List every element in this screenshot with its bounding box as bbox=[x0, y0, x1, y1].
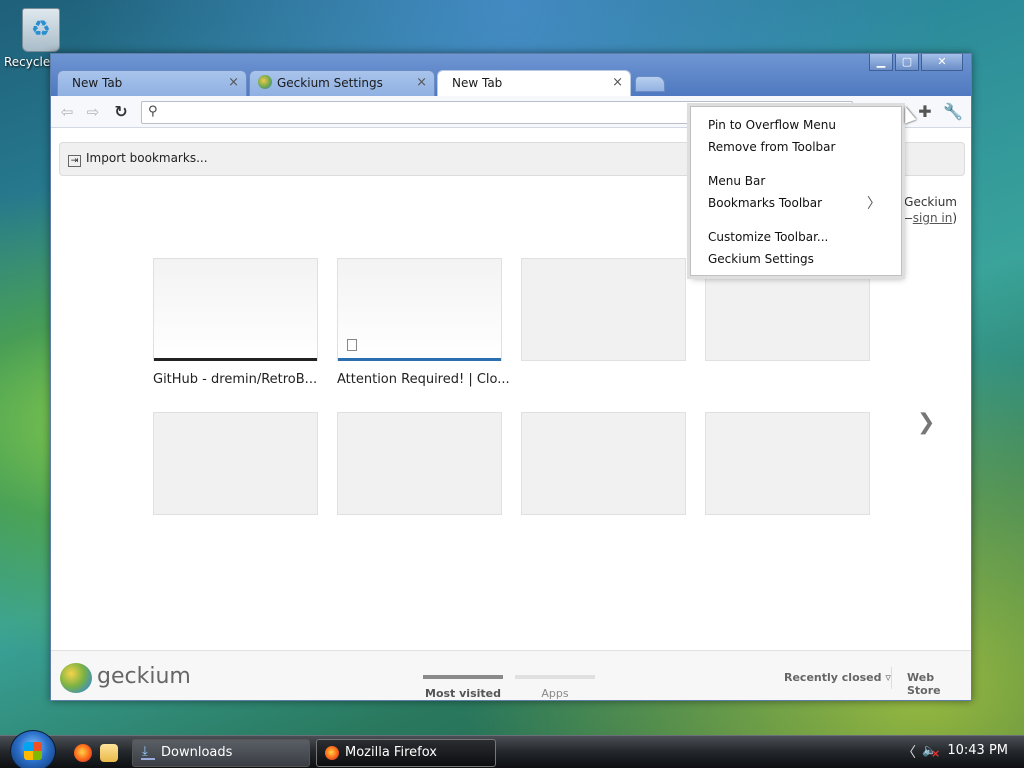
most-visited-tile-empty bbox=[337, 412, 502, 515]
toolbar-context-menu: Pin to Overflow Menu Remove from Toolbar… bbox=[690, 106, 902, 276]
menu-item-bookmarks-toolbar[interactable]: Bookmarks Toolbar bbox=[708, 196, 822, 210]
new-tab-button[interactable] bbox=[635, 76, 665, 92]
most-visited-tile-empty bbox=[705, 412, 870, 515]
forward-arrow-icon[interactable]: ⇨ bbox=[83, 102, 103, 122]
tab-label: New Tab bbox=[452, 76, 503, 90]
signin-promo-title: Geckium bbox=[904, 195, 957, 209]
ntp-footer: geckium Most visited Apps Recently close… bbox=[51, 650, 971, 700]
menu-item-pin-to-overflow[interactable]: Pin to Overflow Menu bbox=[708, 118, 836, 132]
tab-geckium-settings[interactable]: Geckium Settings × bbox=[249, 70, 435, 96]
most-visited-tile-empty bbox=[521, 412, 686, 515]
taskbar: Downloads Mozilla Firefox 〈 10:43 PM bbox=[0, 730, 1024, 768]
firefox-icon bbox=[325, 746, 339, 760]
import-icon: ⇥ bbox=[68, 155, 81, 167]
download-icon bbox=[141, 739, 155, 765]
volume-muted-icon[interactable] bbox=[922, 743, 940, 760]
import-bookmarks-label: Import bookmarks... bbox=[86, 151, 208, 165]
menu-item-remove-from-toolbar[interactable]: Remove from Toolbar bbox=[708, 140, 835, 154]
search-icon: ⚲ bbox=[148, 104, 158, 119]
menu-item-customize-toolbar[interactable]: Customize Toolbar... bbox=[708, 230, 828, 244]
title-bar: ▁ ▢ ✕ New Tab × Geckium Settings × New T… bbox=[51, 54, 971, 96]
sign-in-link[interactable]: sign in bbox=[913, 211, 953, 225]
most-visited-tile-empty bbox=[153, 412, 318, 515]
tab-new-tab-1[interactable]: New Tab × bbox=[57, 70, 247, 96]
footer-tab-most-visited[interactable]: Most visited bbox=[423, 675, 503, 700]
web-store-link[interactable]: Web Store bbox=[907, 671, 971, 697]
tile-indicator-bar bbox=[338, 358, 501, 361]
tab-label: Geckium Settings bbox=[277, 76, 383, 90]
start-button-icon[interactable] bbox=[10, 730, 56, 768]
wrench-menu-icon[interactable]: 🔧 bbox=[943, 102, 963, 122]
taskbar-item-downloads[interactable]: Downloads bbox=[132, 739, 310, 767]
submenu-chevron-icon: 〉 bbox=[867, 196, 881, 212]
footer-divider bbox=[891, 667, 892, 689]
tile-title-2[interactable]: Attention Required! | Clo... bbox=[337, 372, 510, 387]
signin-promo: Geckium —sign in) bbox=[900, 195, 957, 225]
footer-tab-label: Most visited bbox=[425, 687, 501, 700]
geckium-logo-icon bbox=[60, 663, 92, 693]
tile-title-1[interactable]: GitHub - dremin/RetroB... bbox=[153, 372, 317, 387]
extensions-puzzle-icon[interactable]: ✚ bbox=[915, 102, 935, 122]
close-button[interactable]: ✕ bbox=[921, 54, 963, 71]
taskbar-item-label: Downloads bbox=[161, 745, 233, 760]
taskbar-item-label: Mozilla Firefox bbox=[345, 745, 437, 760]
reload-icon[interactable]: ↻ bbox=[111, 102, 131, 122]
footer-tab-apps[interactable]: Apps bbox=[515, 675, 595, 700]
tab-close-icon[interactable]: × bbox=[416, 71, 427, 95]
tab-close-icon[interactable]: × bbox=[228, 71, 239, 95]
tab-close-icon[interactable]: × bbox=[612, 71, 623, 95]
recycle-bin-icon bbox=[22, 8, 60, 52]
window-controls: ▁ ▢ ✕ bbox=[867, 54, 963, 71]
most-visited-tile-empty bbox=[521, 258, 686, 361]
maximize-button[interactable]: ▢ bbox=[895, 54, 919, 71]
most-visited-tile-2[interactable] bbox=[337, 258, 502, 361]
tab-indicator bbox=[515, 675, 595, 679]
most-visited-tile-1[interactable] bbox=[153, 258, 318, 361]
system-clock[interactable]: 10:43 PM bbox=[947, 743, 1008, 758]
tab-new-tab-active[interactable]: New Tab × bbox=[437, 70, 631, 96]
import-bookmarks-button[interactable]: ⇥ Import bookmarks... bbox=[68, 151, 208, 167]
tab-indicator bbox=[423, 675, 503, 679]
tile-indicator-bar bbox=[154, 358, 317, 361]
folder-quicklaunch-icon[interactable] bbox=[100, 744, 118, 762]
minimize-button[interactable]: ▁ bbox=[869, 54, 893, 71]
back-arrow-icon[interactable]: ⇦ bbox=[57, 102, 77, 122]
tray-expand-chevron-icon[interactable]: 〈 bbox=[902, 742, 916, 762]
tab-strip: New Tab × Geckium Settings × New Tab × bbox=[57, 70, 665, 96]
recently-closed-dropdown[interactable]: Recently closed ▿ bbox=[784, 671, 891, 684]
next-page-arrow-icon[interactable]: ❯ bbox=[917, 410, 935, 435]
menu-item-menu-bar[interactable]: Menu Bar bbox=[708, 174, 765, 188]
geckium-logo-text: geckium bbox=[97, 664, 191, 689]
footer-tab-label: Apps bbox=[541, 687, 569, 700]
menu-item-geckium-settings[interactable]: Geckium Settings bbox=[708, 252, 814, 266]
geckium-favicon-icon bbox=[258, 75, 272, 89]
page-document-icon bbox=[347, 339, 357, 351]
firefox-quicklaunch-icon[interactable] bbox=[74, 744, 92, 762]
taskbar-item-firefox[interactable]: Mozilla Firefox bbox=[316, 739, 496, 767]
tab-label: New Tab bbox=[72, 76, 123, 90]
